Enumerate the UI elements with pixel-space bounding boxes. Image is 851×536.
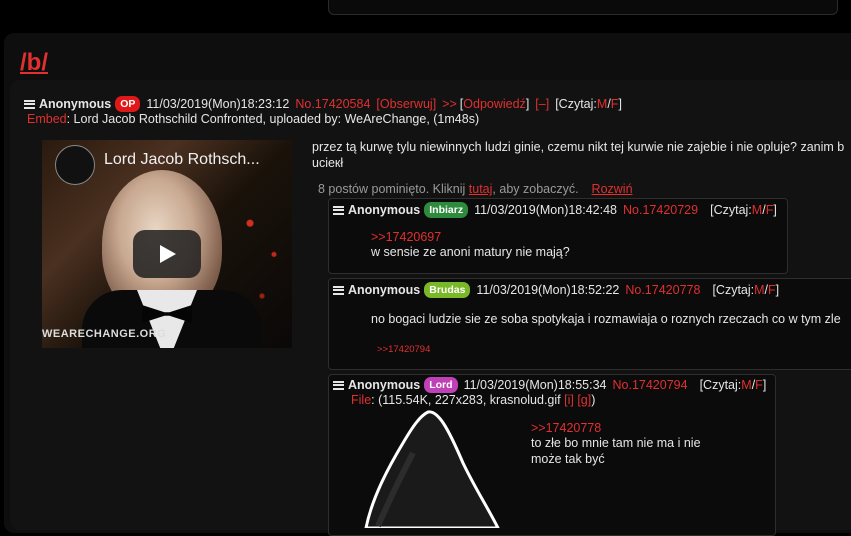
board-title-link[interactable]: /b/ [20, 49, 48, 77]
post-menu-icon[interactable] [24, 99, 35, 109]
read-label: [Czytaj: [699, 378, 742, 392]
omitted-suffix: , aby zobaczyć. [492, 182, 579, 196]
reply-header: Anonymous Inbiarz 11/03/2019(Mon)18:42:4… [333, 202, 777, 218]
read-f-link[interactable]: F [766, 203, 774, 217]
user-badge: Brudas [424, 282, 471, 298]
read-label: [Czytaj: [710, 203, 752, 217]
user-badge: Inbiarz [424, 202, 469, 218]
gnome-hat-image[interactable] [358, 408, 503, 528]
op-badge: OP [115, 96, 141, 112]
omitted-here-link[interactable]: tutaj [469, 182, 493, 196]
read-label: [Czytaj: [555, 97, 597, 111]
omitted-notice: 8 postów pominięto. Kliknij tutaj, aby z… [318, 182, 633, 196]
poster-name: Anonymous [348, 283, 421, 297]
file-i-link[interactable]: [i] [564, 393, 574, 407]
reply-text-line2: może tak być [531, 452, 605, 466]
post-menu-icon[interactable] [333, 380, 344, 390]
read-close: ] [775, 283, 780, 297]
read-close: ] [618, 97, 622, 111]
read-close: ] [773, 203, 777, 217]
read-f-link[interactable]: F [611, 97, 619, 111]
read-m-link[interactable]: M [754, 283, 764, 297]
file-label: File [351, 393, 372, 407]
file-text: : (115.54K, 227x283, krasnolud.gif [371, 393, 565, 407]
file-close: ) [591, 393, 596, 407]
read-f-link[interactable]: F [755, 378, 763, 392]
post-datetime: 11/03/2019(Mon)18:52:22 [476, 283, 620, 297]
read-m-link[interactable]: M [741, 378, 751, 392]
user-badge: Lord [424, 377, 458, 393]
file-info: File: (115.54K, 227x283, krasnolud.gif [… [351, 392, 595, 408]
video-watermark: WEARECHANGE.ORG [42, 328, 167, 340]
op-post-text: przez tą kurwę tylu niewinnych ludzi gin… [312, 140, 845, 170]
video-title[interactable]: Lord Jacob Rothsch... [104, 151, 260, 169]
post-menu-icon[interactable] [333, 285, 344, 295]
post-number-link[interactable]: No.17420778 [625, 283, 700, 297]
read-m-link[interactable]: M [752, 203, 762, 217]
poster-name: Anonymous [39, 97, 112, 111]
embed-line: Embed: Lord Jacob Rothschild Confronted,… [27, 111, 479, 127]
embed-label: Embed [27, 112, 67, 126]
reply-header: Anonymous Brudas 11/03/2019(Mon)18:52:22… [333, 282, 779, 298]
reply-arrows: >> [442, 97, 457, 111]
quote-link[interactable]: >>17420697 [371, 229, 441, 245]
read-label: [Czytaj: [712, 283, 755, 297]
watch-link[interactable]: [Obserwuj] [376, 97, 436, 111]
read-f-link[interactable]: F [768, 283, 776, 297]
read-close: ] [762, 378, 767, 392]
post-datetime: 11/03/2019(Mon)18:42:48 [474, 203, 618, 217]
play-button-icon[interactable] [133, 230, 201, 278]
embed-text: : Lord Jacob Rothschild Confronted, uplo… [66, 112, 480, 126]
previous-reply-box [328, 0, 838, 15]
post-number-link[interactable]: No.17420584 [295, 97, 370, 111]
poster-name: Anonymous [348, 203, 421, 217]
post-datetime: 11/03/2019(Mon)18:55:34 [463, 378, 607, 392]
reply-header: Anonymous Lord 11/03/2019(Mon)18:55:34 N… [333, 377, 766, 393]
channel-avatar-icon[interactable] [55, 145, 95, 185]
post-menu-icon[interactable] [333, 205, 344, 215]
post-number-link[interactable]: No.17420794 [613, 378, 688, 392]
backlink[interactable]: >>17420794 [377, 342, 430, 358]
poster-name: Anonymous [348, 378, 421, 392]
omitted-prefix: 8 postów pominięto. Kliknij [318, 182, 469, 196]
reply-text: no bogaci ludzie sie ze soba spotykaja i… [371, 312, 841, 326]
reply-text: w sensie ze anoni matury nie mają? [371, 245, 570, 259]
post-datetime: 11/03/2019(Mon)18:23:12 [146, 97, 290, 111]
video-embed[interactable]: Lord Jacob Rothsch... WEARECHANGE.ORG [42, 140, 292, 348]
reply-link[interactable]: Odpowiedź [463, 97, 526, 111]
op-header: Anonymous OP 11/03/2019(Mon)18:23:12 No.… [24, 96, 622, 112]
expand-link[interactable]: Rozwiń [592, 182, 633, 196]
collapse-link[interactable]: [–] [535, 97, 549, 111]
read-m-link[interactable]: M [597, 97, 607, 111]
post-number-link[interactable]: No.17420729 [623, 203, 698, 217]
reply-text-line1: to złe bo mnie tam nie ma i nie [531, 436, 701, 450]
quote-link[interactable]: >>17420778 [531, 420, 601, 436]
file-g-link[interactable]: [g] [577, 393, 591, 407]
